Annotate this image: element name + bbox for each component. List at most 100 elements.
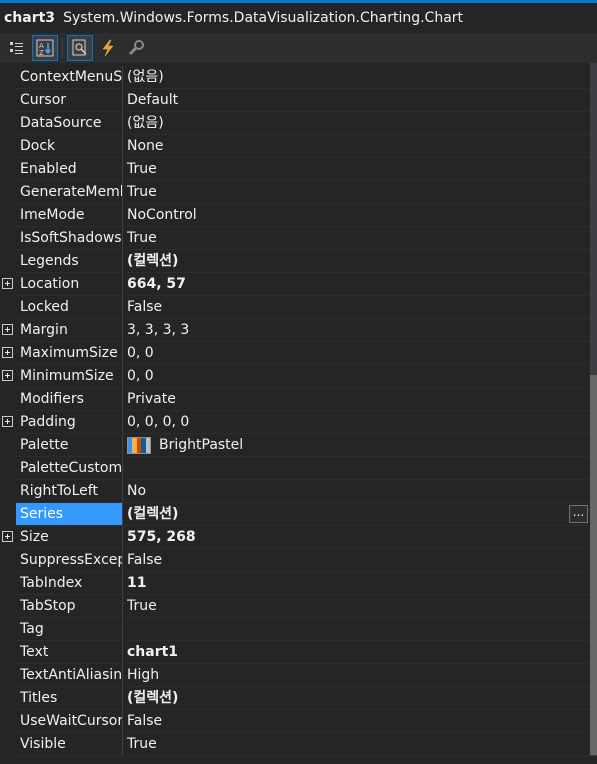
property-value[interactable]: True [124,595,590,617]
property-name[interactable]: DataSource [16,112,123,134]
property-row[interactable]: Dock None [0,135,590,158]
property-pages-button[interactable] [123,35,149,61]
expand-plus-icon[interactable] [2,416,13,427]
property-row[interactable]: UseWaitCursor False [0,710,590,733]
expand-plus-icon[interactable] [2,531,13,542]
property-row[interactable]: IsSoftShadows True [0,227,590,250]
property-row[interactable]: MaximumSize 0, 0 [0,342,590,365]
property-name[interactable]: Tag [16,618,123,640]
alphabetical-button[interactable]: A Z [32,35,58,61]
property-name[interactable]: Titles [16,687,123,709]
property-row[interactable]: Legends (컬렉션) [0,250,590,273]
property-value[interactable]: (컬렉션) [124,503,590,525]
property-row[interactable]: Palette BrightPastel [0,434,590,457]
vertical-scrollbar[interactable] [590,63,597,756]
property-name[interactable]: Padding [16,411,123,433]
property-value[interactable]: True [124,181,590,203]
property-value[interactable]: (컬렉션) [124,250,590,272]
property-row[interactable]: Padding 0, 0, 0, 0 [0,411,590,434]
expand-plus-icon[interactable] [2,347,13,358]
property-name[interactable]: Modifiers [16,388,123,410]
property-value[interactable]: None [124,135,590,157]
property-name[interactable]: Enabled [16,158,123,180]
property-value[interactable]: True [124,733,590,755]
property-name[interactable]: TextAntiAliasing [16,664,123,686]
property-value[interactable]: False [124,296,590,318]
property-name[interactable]: ImeMode [16,204,123,226]
expand-plus-icon[interactable] [2,324,13,335]
property-value[interactable]: True [124,227,590,249]
property-value[interactable]: NoControl [124,204,590,226]
property-value[interactable]: True [124,158,590,180]
collection-editor-button[interactable]: ... [569,505,588,523]
property-value[interactable]: 3, 3, 3, 3 [124,319,590,341]
property-name[interactable]: Legends [16,250,123,272]
property-value[interactable]: 0, 0 [124,342,590,364]
property-name[interactable]: PaletteCustomColors [16,457,123,479]
property-name[interactable]: Margin [16,319,123,341]
property-name[interactable]: TabStop [16,595,123,617]
property-name[interactable]: MaximumSize [16,342,123,364]
property-row[interactable]: Cursor Default [0,89,590,112]
property-value[interactable]: Private [124,388,590,410]
property-name[interactable]: RightToLeft [16,480,123,502]
property-value[interactable]: BrightPastel [124,434,590,456]
property-row[interactable]: TabStop True [0,595,590,618]
property-value[interactable]: False [124,710,590,732]
property-name[interactable]: Dock [16,135,123,157]
property-name[interactable]: UseWaitCursor [16,710,123,732]
property-row[interactable]: MinimumSize 0, 0 [0,365,590,388]
property-name[interactable]: SuppressExceptions [16,549,123,571]
property-row[interactable]: ImeMode NoControl [0,204,590,227]
property-row[interactable]: Series (컬렉션)... [0,503,590,526]
property-row[interactable]: Enabled True [0,158,590,181]
scrollbar-thumb[interactable] [590,375,597,755]
property-value[interactable]: chart1 [124,641,590,663]
property-name[interactable]: Series [16,503,123,525]
property-row[interactable]: Visible True [0,733,590,756]
property-name[interactable]: Size [16,526,123,548]
property-row[interactable]: Margin 3, 3, 3, 3 [0,319,590,342]
property-name[interactable]: Cursor [16,89,123,111]
property-row[interactable]: DataSource (없음) [0,112,590,135]
property-row[interactable]: Tag [0,618,590,641]
property-row[interactable]: PaletteCustomColors [0,457,590,480]
property-value[interactable]: 575, 268 [124,526,590,548]
property-row[interactable]: SuppressExceptionsFalse [0,549,590,572]
events-button[interactable] [95,35,121,61]
property-value[interactable]: (없음) [124,112,590,134]
property-row[interactable]: Locked False [0,296,590,319]
property-value[interactable] [124,618,590,640]
property-name[interactable]: Palette [16,434,123,456]
property-value[interactable] [124,457,590,479]
property-row[interactable]: Titles (컬렉션) [0,687,590,710]
property-value[interactable]: 11 [124,572,590,594]
property-value[interactable]: Default [124,89,590,111]
property-name[interactable]: Text [16,641,123,663]
property-name[interactable]: TabIndex [16,572,123,594]
property-value[interactable]: False [124,549,590,571]
property-value[interactable]: High [124,664,590,686]
property-name[interactable]: ContextMenuStrip [16,66,123,88]
property-value[interactable]: 0, 0 [124,365,590,387]
property-row[interactable]: ContextMenuStrip(없음) [0,66,590,89]
property-name[interactable]: GenerateMemberOrder [16,181,123,203]
object-selector[interactable]: chart3 System.Windows.Forms.DataVisualiz… [0,3,597,33]
property-row[interactable]: Modifiers Private [0,388,590,411]
property-value[interactable]: 0, 0, 0, 0 [124,411,590,433]
property-name[interactable]: Location [16,273,123,295]
property-name[interactable]: Visible [16,733,123,755]
property-value[interactable]: 664, 57 [124,273,590,295]
property-name[interactable]: Locked [16,296,123,318]
property-name[interactable]: MinimumSize [16,365,123,387]
property-value[interactable]: (없음) [124,66,590,88]
property-row[interactable]: Location 664, 57 [0,273,590,296]
property-value[interactable]: (컬렉션) [124,687,590,709]
property-row[interactable]: TabIndex 11 [0,572,590,595]
expand-plus-icon[interactable] [2,278,13,289]
property-name[interactable]: IsSoftShadows [16,227,123,249]
property-row[interactable]: Size 575, 268 [0,526,590,549]
property-value[interactable]: No [124,480,590,502]
property-row[interactable]: RightToLeft No [0,480,590,503]
properties-button[interactable] [67,35,93,61]
